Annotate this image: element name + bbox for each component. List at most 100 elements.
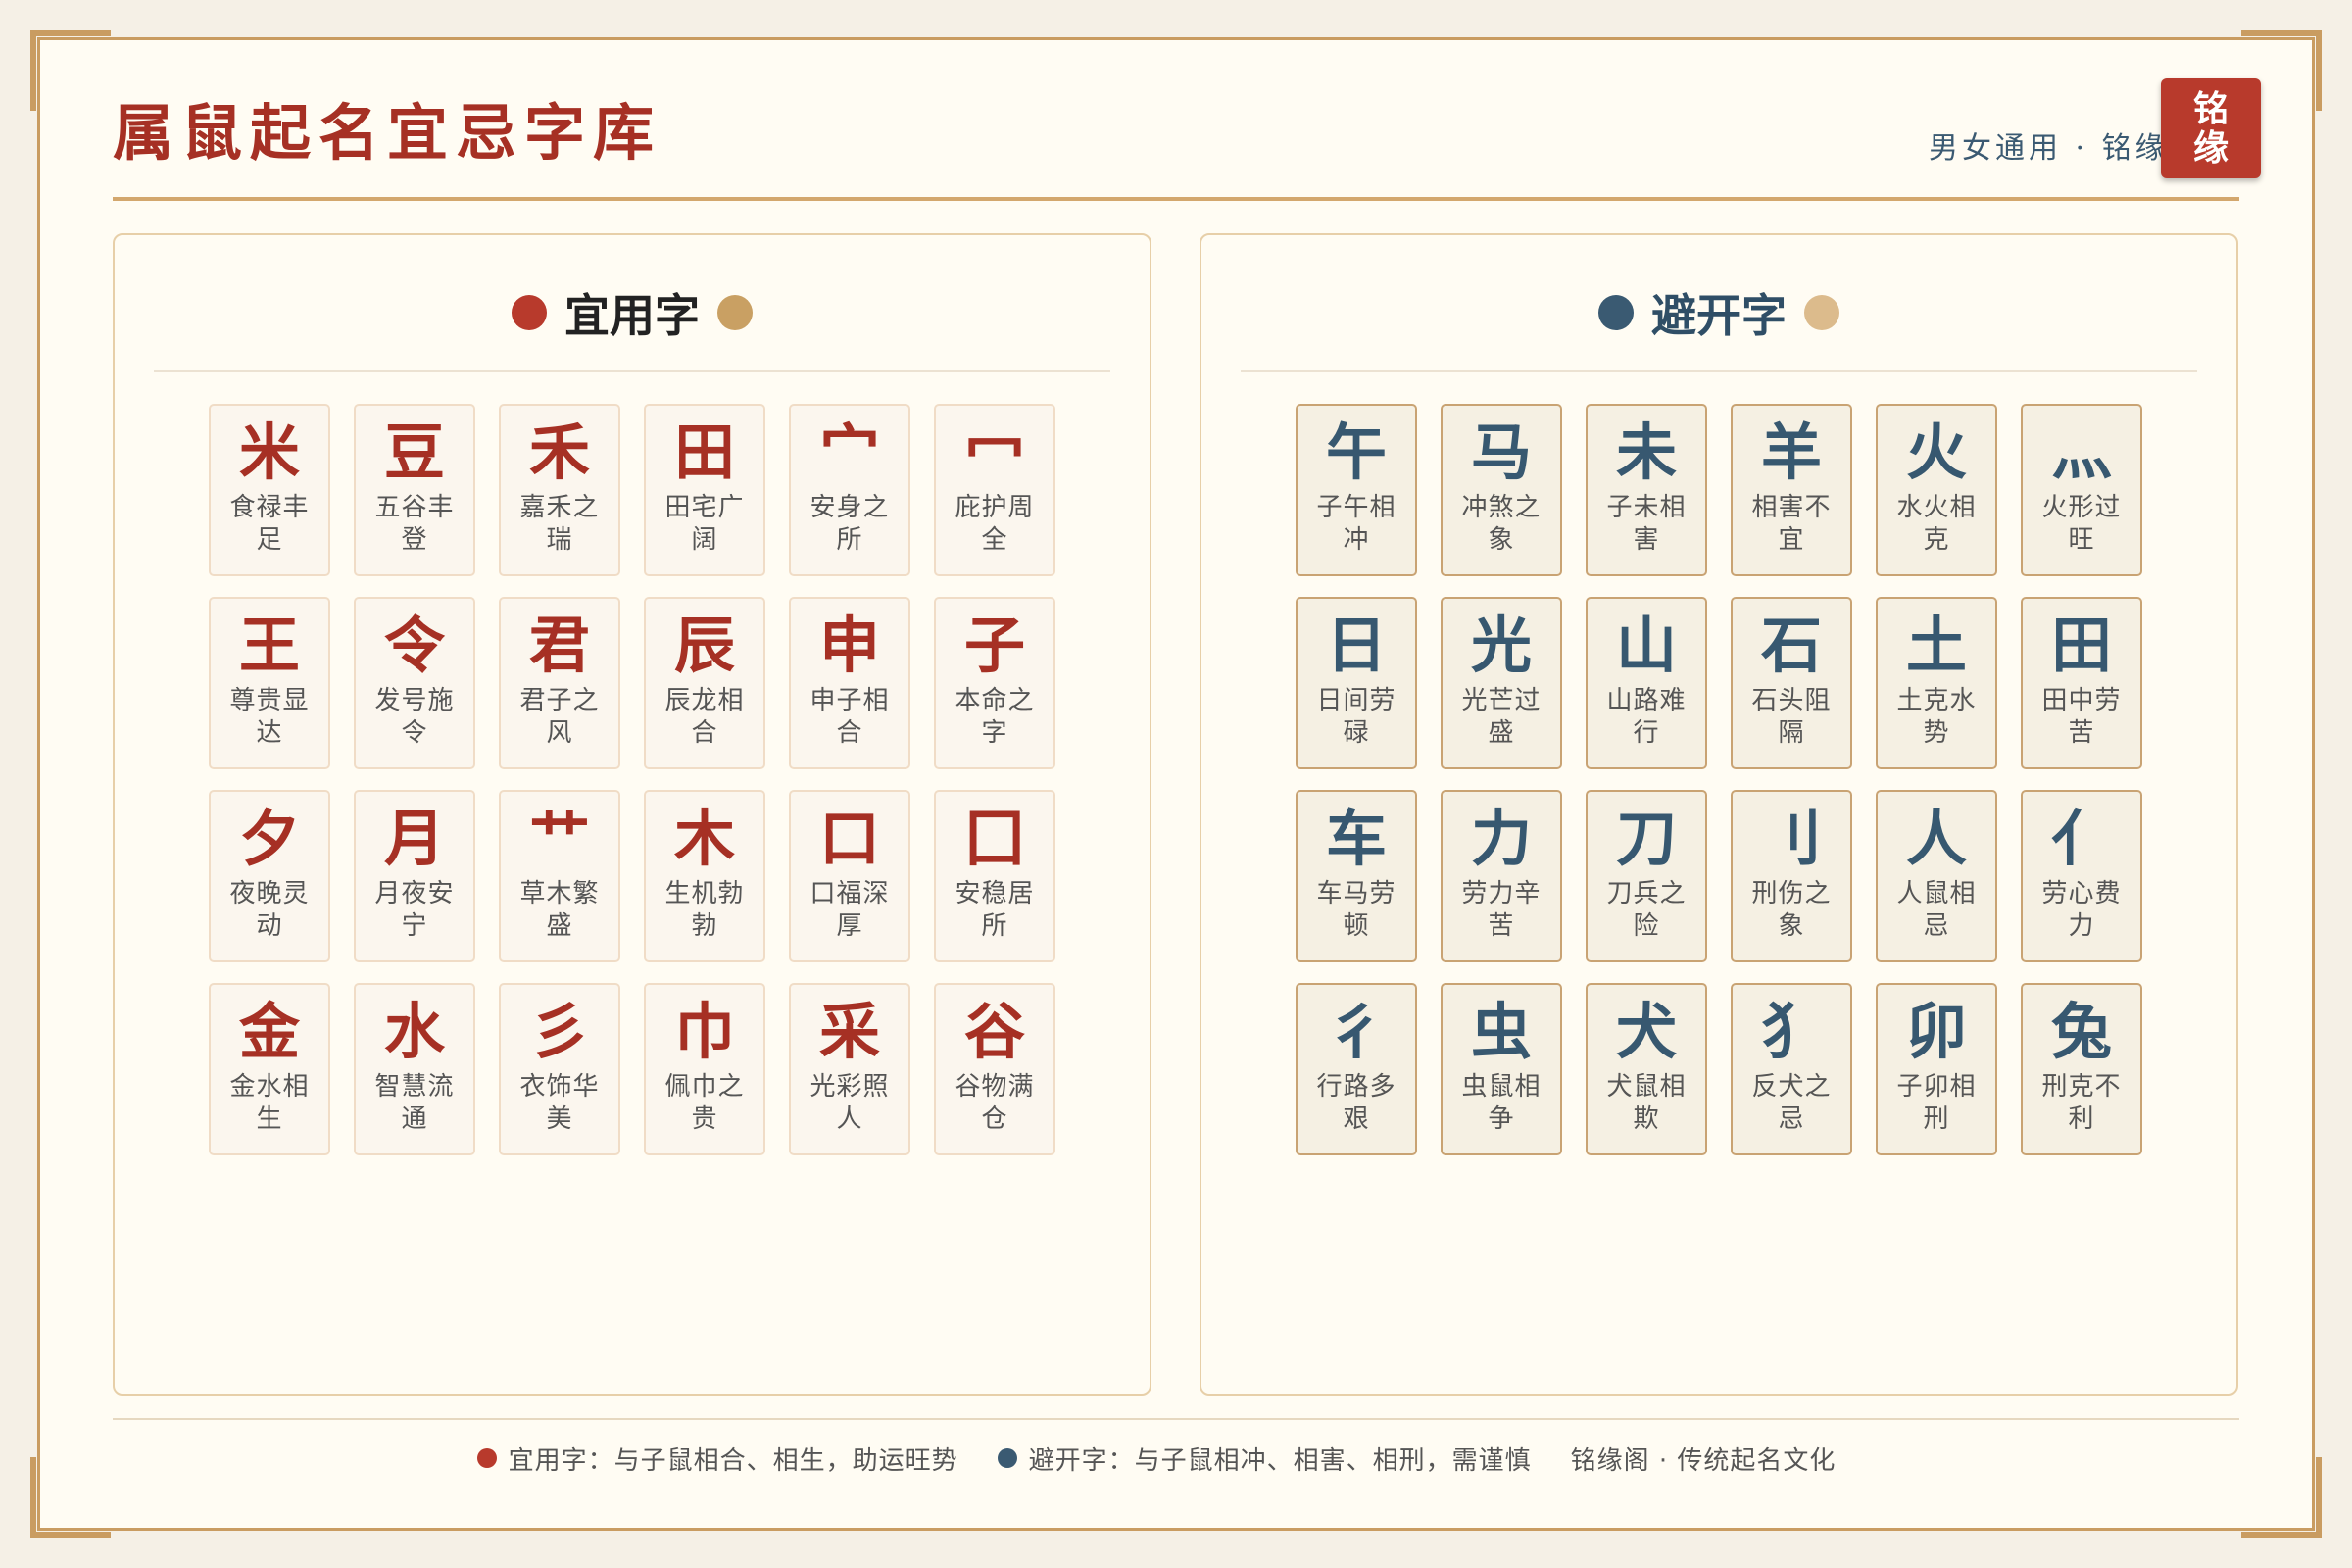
- good-character: 木: [673, 803, 735, 874]
- bad-character-card: 光光芒过盛: [1441, 597, 1562, 769]
- good-character: 王: [238, 610, 300, 681]
- good-panel-title: 宜用字: [564, 289, 700, 342]
- bad-character-card: 灬火形过旺: [2021, 404, 2142, 576]
- bad-character: 刀: [1615, 803, 1677, 874]
- bad-character-card: 火水火相克: [1876, 404, 1997, 576]
- good-character-card: 子本命之字: [934, 597, 1055, 769]
- good-character: 水: [383, 996, 445, 1067]
- good-character: 子: [963, 610, 1025, 681]
- bad-character: 灬: [2050, 416, 2112, 488]
- bad-character-meaning: 土克水势: [1896, 686, 1977, 748]
- bad-character-card: 午子午相冲: [1296, 404, 1417, 576]
- bad-character-meaning: 冲煞之象: [1461, 493, 1542, 555]
- good-character-card: 金金水相生: [209, 983, 330, 1155]
- good-character-meaning: 安稳居所: [955, 879, 1035, 941]
- good-character-card: 囗安稳居所: [934, 790, 1055, 962]
- bad-character-card: 羊相害不宜: [1731, 404, 1852, 576]
- good-character-card: 田田宅广阔: [644, 404, 765, 576]
- bad-character: 犬: [1615, 996, 1677, 1067]
- bad-character-card: 土土克水势: [1876, 597, 1997, 769]
- bad-character: 火: [1905, 416, 1967, 488]
- good-character: 田: [673, 416, 735, 488]
- bad-character-meaning: 相害不宜: [1751, 493, 1832, 555]
- legend-bad: 避开字：与子鼠相冲、相害、相刑，需谨慎: [997, 1441, 1532, 1477]
- good-character: 巾: [673, 996, 735, 1067]
- good-character-card: 木生机勃勃: [644, 790, 765, 962]
- bad-panel-title: 避开字: [1651, 289, 1787, 342]
- good-character: 申: [818, 610, 880, 681]
- good-character-meaning: 君子之风: [519, 686, 600, 748]
- good-character: 采: [818, 996, 880, 1067]
- bad-character: 羊: [1760, 416, 1822, 488]
- page-title: 属鼠起名宜忌字库: [113, 97, 662, 169]
- good-character: 口: [818, 803, 880, 874]
- good-character-card: 君君子之风: [499, 597, 620, 769]
- bad-character-card: 彳行路多艰: [1296, 983, 1417, 1155]
- bad-character: 犭: [1760, 996, 1822, 1067]
- good-character: 君: [528, 610, 590, 681]
- bad-character: 土: [1905, 610, 1967, 681]
- good-character-meaning: 夜晚灵动: [229, 879, 310, 941]
- good-character-meaning: 金水相生: [229, 1072, 310, 1134]
- good-character: 彡: [528, 996, 590, 1067]
- good-character-meaning: 辰龙相合: [664, 686, 745, 748]
- bad-character-card: 未子未相害: [1586, 404, 1707, 576]
- good-character-meaning: 口福深厚: [809, 879, 890, 941]
- bad-character: 虫: [1470, 996, 1532, 1067]
- good-character: 夕: [238, 803, 300, 874]
- bad-character: 兔: [2050, 996, 2112, 1067]
- footer-legend: 宜用字：与子鼠相合、相生，助运旺势 避开字：与子鼠相冲、相害、相刑，需谨慎 铭缘…: [0, 1437, 2352, 1480]
- good-character-card: 王尊贵显达: [209, 597, 330, 769]
- good-character: 豆: [383, 416, 445, 488]
- bad-character: 人: [1905, 803, 1967, 874]
- bad-character-card: 日日间劳碌: [1296, 597, 1417, 769]
- bad-character: 光: [1470, 610, 1532, 681]
- good-character: 令: [383, 610, 445, 681]
- bad-character: 马: [1470, 416, 1532, 488]
- good-character-card: 水智慧流通: [354, 983, 475, 1155]
- good-character-card: 彡衣饰华美: [499, 983, 620, 1155]
- bad-character-meaning: 反犬之忌: [1751, 1072, 1832, 1134]
- bad-character-meaning: 刑伤之象: [1751, 879, 1832, 941]
- red-dot-icon: [512, 295, 547, 330]
- good-character-meaning: 智慧流通: [374, 1072, 455, 1134]
- good-character-card: 米食禄丰足: [209, 404, 330, 576]
- good-character: 辰: [673, 610, 735, 681]
- bad-character-meaning: 石头阻隔: [1751, 686, 1832, 748]
- bad-character-meaning: 山路难行: [1606, 686, 1687, 748]
- bad-character-meaning: 刑克不利: [2041, 1072, 2122, 1134]
- good-character-meaning: 草木繁盛: [519, 879, 600, 941]
- bad-character-meaning: 劳心费力: [2041, 879, 2122, 941]
- good-character-card: 艹草木繁盛: [499, 790, 620, 962]
- bad-character-meaning: 刀兵之险: [1606, 879, 1687, 941]
- bad-character-card: 力劳力辛苦: [1441, 790, 1562, 962]
- good-character-meaning: 衣饰华美: [519, 1072, 600, 1134]
- good-character-card: 月月夜安宁: [354, 790, 475, 962]
- bad-character-meaning: 车马劳顿: [1316, 879, 1396, 941]
- bad-character-meaning: 人鼠相忌: [1896, 879, 1977, 941]
- bad-character-meaning: 子午相冲: [1316, 493, 1396, 555]
- bad-character-card: 兔刑克不利: [2021, 983, 2142, 1155]
- good-character-card: 豆五谷丰登: [354, 404, 475, 576]
- good-character-card: 冖庇护周全: [934, 404, 1055, 576]
- good-character: 囗: [963, 803, 1025, 874]
- bad-character: 石: [1760, 610, 1822, 681]
- bad-character: 力: [1470, 803, 1532, 874]
- bad-character: 山: [1615, 610, 1677, 681]
- bad-character-meaning: 犬鼠相欺: [1606, 1072, 1687, 1134]
- footer-divider: [113, 1418, 2239, 1420]
- bad-character-meaning: 劳力辛苦: [1461, 879, 1542, 941]
- good-character: 宀: [818, 416, 880, 488]
- brand-seal: 铭缘: [2161, 78, 2261, 178]
- bad-character: 未: [1615, 416, 1677, 488]
- good-character: 谷: [963, 996, 1025, 1067]
- bad-character-card: 犬犬鼠相欺: [1586, 983, 1707, 1155]
- bad-panel-header: 避开字: [1201, 278, 2236, 347]
- good-character-card: 申申子相合: [789, 597, 910, 769]
- bad-character-card: 马冲煞之象: [1441, 404, 1562, 576]
- good-character-meaning: 佩巾之贵: [664, 1072, 745, 1134]
- good-character-card: 谷谷物满仓: [934, 983, 1055, 1155]
- good-character-meaning: 五谷丰登: [374, 493, 455, 555]
- seal-text: 铭缘: [2192, 88, 2229, 169]
- good-character-card: 夕夜晚灵动: [209, 790, 330, 962]
